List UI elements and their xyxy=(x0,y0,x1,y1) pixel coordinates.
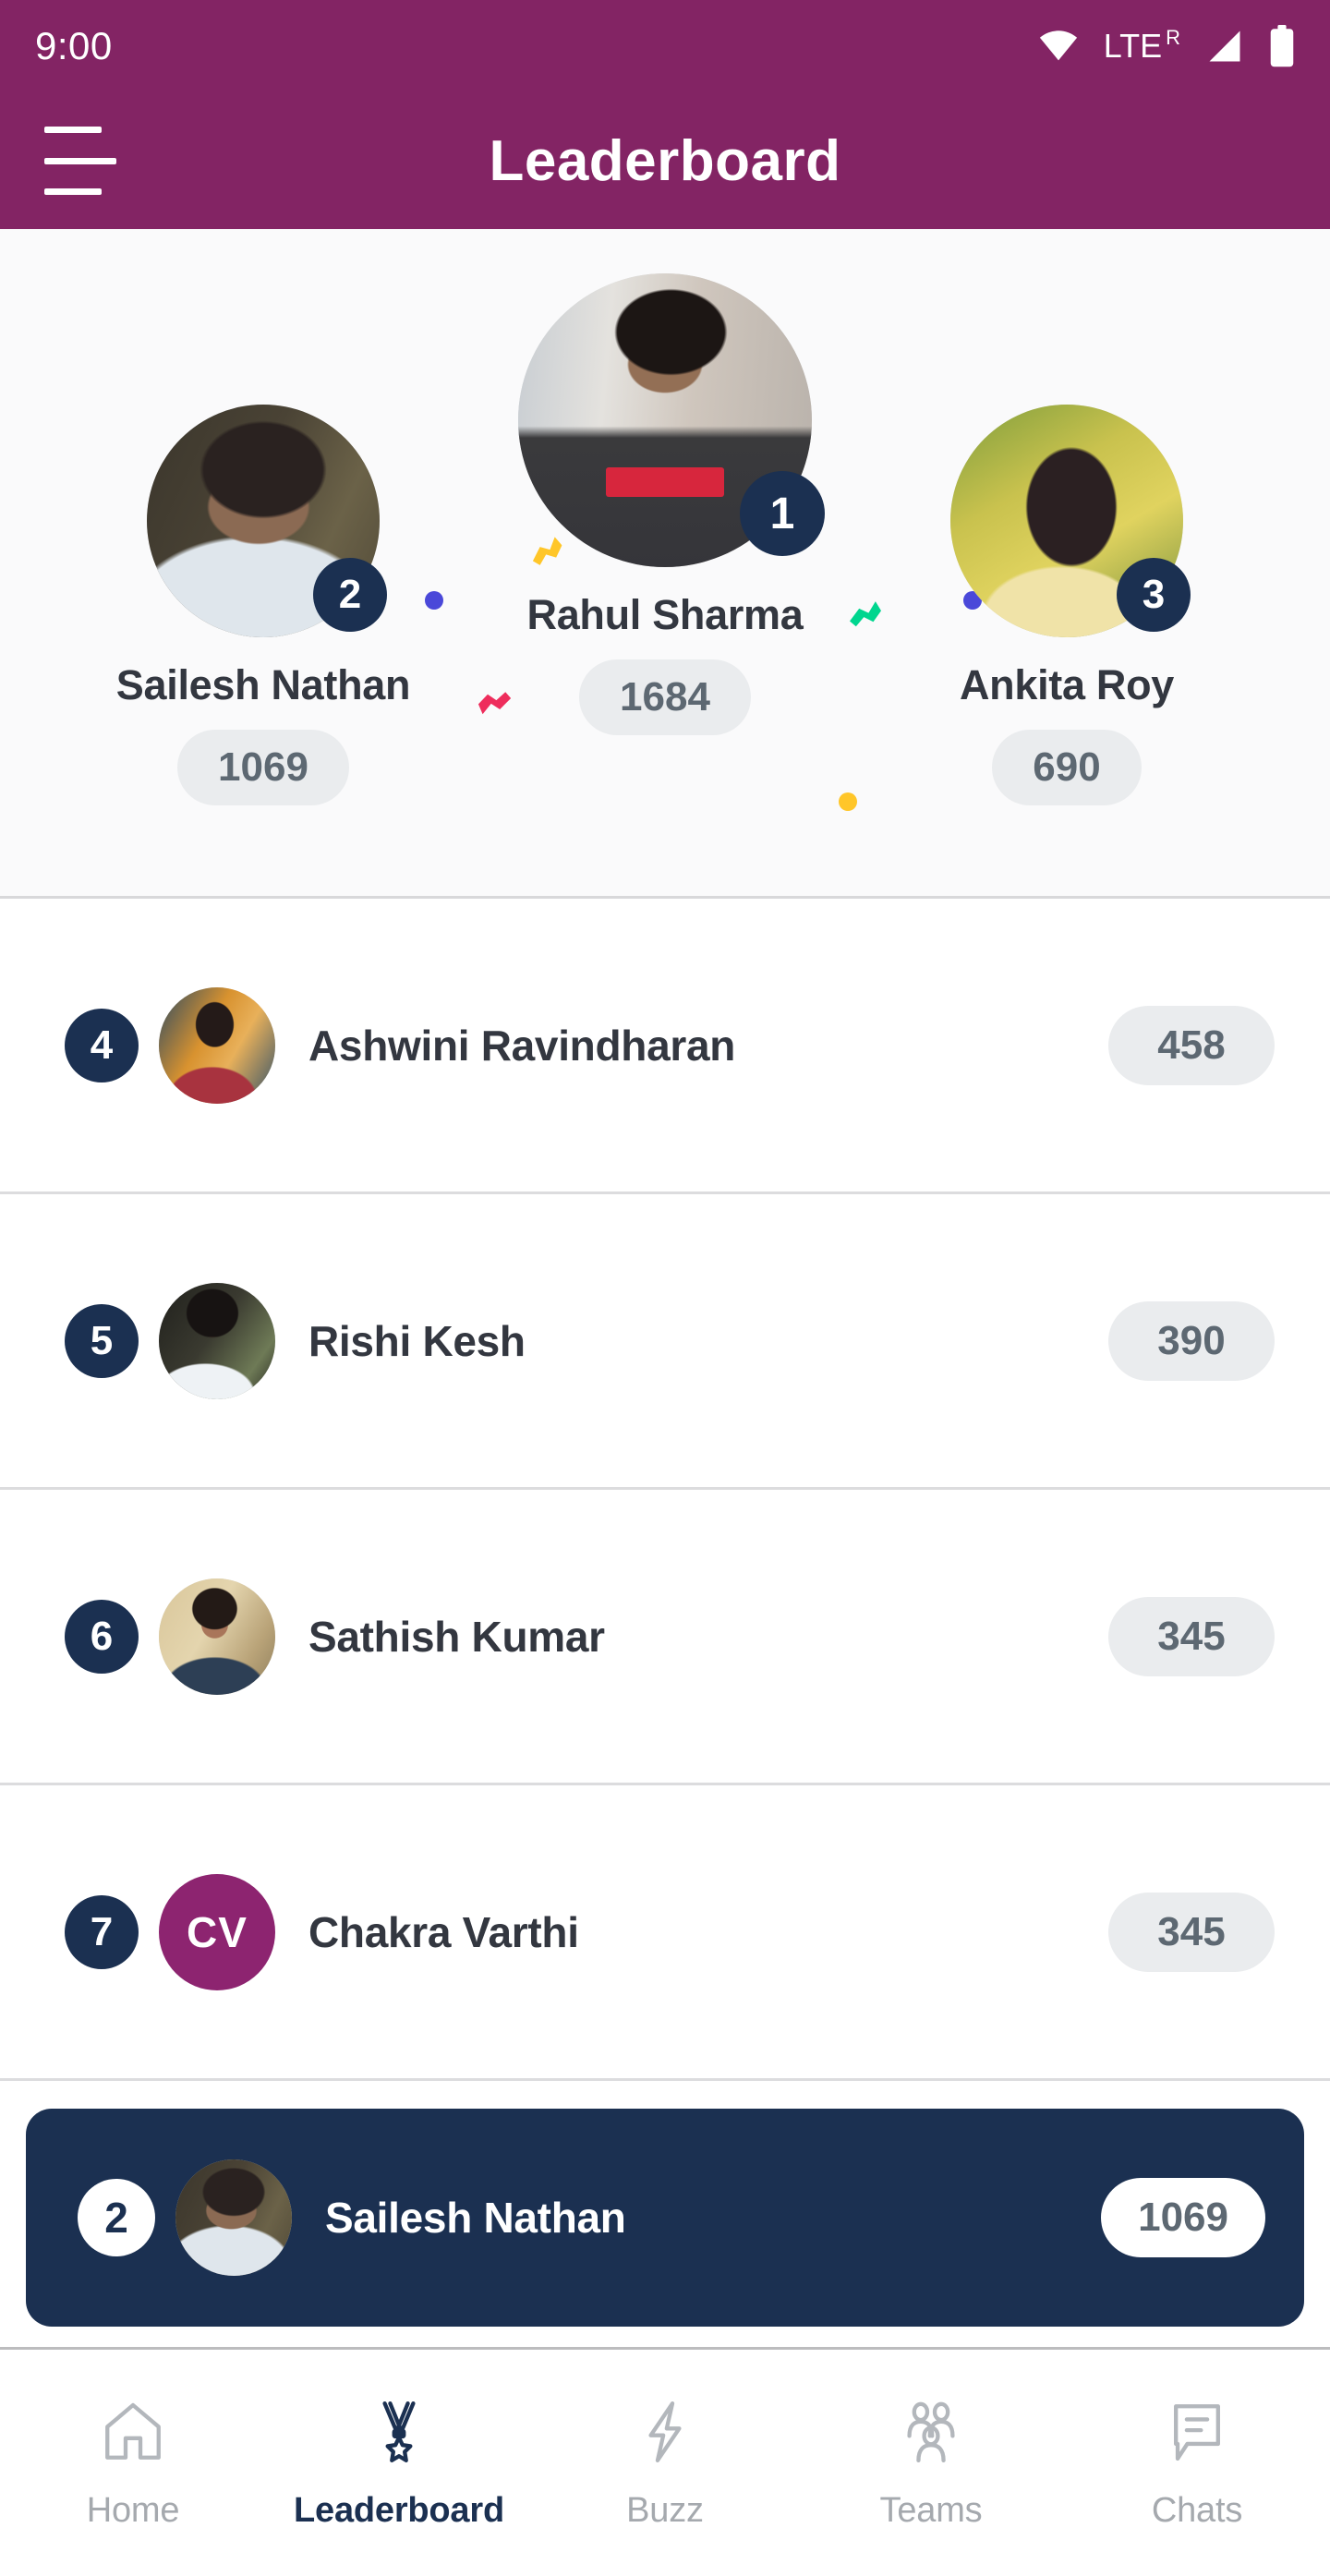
podium-name-2: Sailesh Nathan xyxy=(115,661,411,708)
row-player-name: Chakra Varthi xyxy=(308,1907,579,1956)
hamburger-line-top xyxy=(44,127,102,133)
speech-bubble-icon xyxy=(1160,2395,1234,2469)
table-row[interactable]: 4 Ashwini Ravindharan 458 xyxy=(0,899,1330,1194)
current-user-rank-badge: 2 xyxy=(78,2179,155,2256)
table-row[interactable]: 6 Sathish Kumar 345 xyxy=(0,1490,1330,1785)
nav-label: Leaderboard xyxy=(294,2491,504,2530)
network-type-label: LTE R xyxy=(1103,26,1180,65)
hamburger-menu-icon[interactable] xyxy=(44,127,129,195)
row-rank-badge: 6 xyxy=(65,1599,139,1674)
avatar xyxy=(159,1282,275,1399)
table-row[interactable]: 7 CV Chakra Varthi 345 xyxy=(0,1785,1330,2081)
status-bar-icons: LTE R xyxy=(1037,25,1295,67)
row-score-pill: 458 xyxy=(1108,1005,1275,1085)
podium-rank-badge-1: 1 xyxy=(740,471,825,556)
avatar xyxy=(159,986,275,1104)
current-user-section: 2 Sailesh Nathan 1069 xyxy=(0,2081,1330,2347)
podium-avatar-wrap-3: 3 xyxy=(950,405,1191,637)
row-player-name: Ashwini Ravindharan xyxy=(308,1021,736,1070)
podium-section: 2 Sailesh Nathan 1069 1 Rahul Sharma 168… xyxy=(0,229,1330,899)
roaming-indicator: R xyxy=(1166,26,1180,49)
status-bar-clock: 9:00 xyxy=(35,24,113,67)
nav-item-home[interactable]: Home xyxy=(0,2395,266,2531)
nav-label: Home xyxy=(86,2491,180,2530)
nav-label: Teams xyxy=(879,2491,983,2530)
signal-icon xyxy=(1204,26,1245,67)
bottom-navigation: Home Leaderboard Buzz Teams Chats xyxy=(0,2347,1330,2576)
app-bar: Leaderboard xyxy=(0,92,1330,229)
row-score-pill: 345 xyxy=(1108,1892,1275,1972)
podium-score-3: 690 xyxy=(992,730,1142,805)
podium-name-1: Rahul Sharma xyxy=(526,591,804,638)
row-score-pill: 390 xyxy=(1108,1300,1275,1381)
leaderboard-list: 4 Ashwini Ravindharan 458 5 Rishi Kesh 3… xyxy=(0,899,1330,2081)
wifi-icon xyxy=(1037,25,1080,67)
podium-score-1: 1684 xyxy=(579,659,751,735)
podium-avatar-wrap-1: 1 xyxy=(518,273,825,567)
people-group-icon xyxy=(894,2395,968,2469)
hamburger-line-middle xyxy=(44,157,116,164)
podium-avatar-wrap-2: 2 xyxy=(147,405,387,637)
nav-label: Chats xyxy=(1151,2491,1243,2530)
podium-entry-rank-1[interactable]: 1 Rahul Sharma 1684 xyxy=(471,229,859,735)
table-row[interactable]: 5 Rishi Kesh 390 xyxy=(0,1194,1330,1490)
nav-item-teams[interactable]: Teams xyxy=(798,2395,1064,2531)
avatar xyxy=(175,2159,292,2276)
battery-icon xyxy=(1269,25,1295,67)
row-player-name: Sathish Kumar xyxy=(308,1612,605,1661)
nav-label: Buzz xyxy=(626,2491,704,2530)
avatar-initials: CV xyxy=(159,1873,275,1990)
phone-screen: 9:00 LTE R Leaderboard 2 Sailesh Nathan … xyxy=(0,0,1330,2576)
row-rank-badge: 7 xyxy=(65,1894,139,1969)
row-rank-badge: 4 xyxy=(65,1008,139,1082)
podium-entry-rank-2[interactable]: 2 Sailesh Nathan 1069 xyxy=(55,229,471,805)
current-user-score-pill: 1069 xyxy=(1101,2178,1265,2257)
page-title: Leaderboard xyxy=(489,128,841,193)
medal-icon xyxy=(362,2395,436,2469)
lte-text: LTE xyxy=(1103,27,1163,65)
podium-rank-badge-3: 3 xyxy=(1117,558,1191,632)
nav-item-leaderboard[interactable]: Leaderboard xyxy=(266,2395,532,2531)
nav-item-chats[interactable]: Chats xyxy=(1064,2395,1330,2531)
podium-score-2: 1069 xyxy=(177,730,349,805)
podium-name-3: Ankita Roy xyxy=(959,661,1175,708)
row-player-name: Rishi Kesh xyxy=(308,1316,526,1365)
lightning-bolt-icon xyxy=(628,2395,702,2469)
nav-item-buzz[interactable]: Buzz xyxy=(532,2395,798,2531)
podium-rank-badge-2: 2 xyxy=(313,558,387,632)
row-score-pill: 345 xyxy=(1108,1596,1275,1676)
current-user-card[interactable]: 2 Sailesh Nathan 1069 xyxy=(26,2109,1304,2327)
hamburger-line-bottom xyxy=(44,188,102,195)
status-bar: 9:00 LTE R xyxy=(0,0,1330,92)
podium-entry-rank-3[interactable]: 3 Ankita Roy 690 xyxy=(859,229,1275,805)
row-rank-badge: 5 xyxy=(65,1303,139,1378)
podium-row: 2 Sailesh Nathan 1069 1 Rahul Sharma 168… xyxy=(0,229,1330,896)
home-icon xyxy=(96,2395,170,2469)
avatar xyxy=(159,1578,275,1695)
current-user-name: Sailesh Nathan xyxy=(325,2194,626,2242)
